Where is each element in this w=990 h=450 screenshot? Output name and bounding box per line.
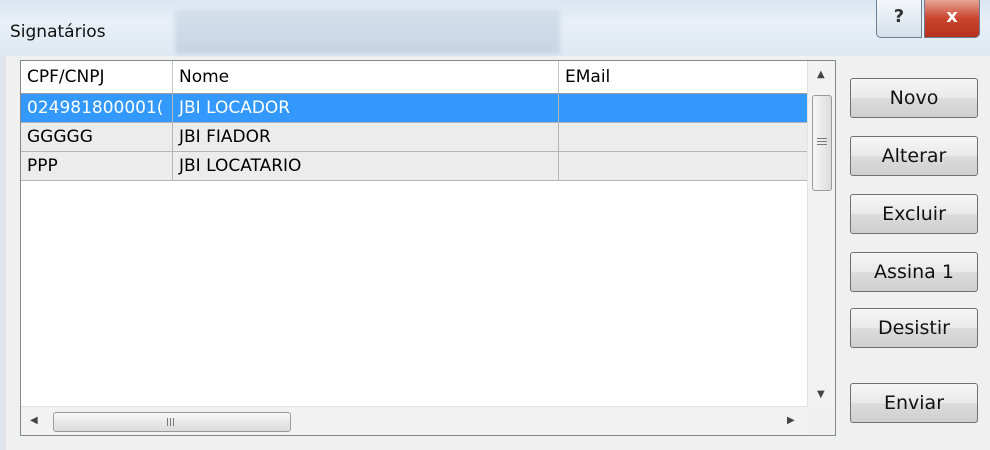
- close-icon: x: [946, 6, 958, 27]
- excluir-button[interactable]: Excluir: [850, 194, 978, 234]
- table-row[interactable]: PPP JBI LOCATARIO: [21, 152, 809, 181]
- grip-line: [817, 138, 827, 139]
- scroll-up-icon[interactable]: ▲: [817, 69, 825, 80]
- cell-email[interactable]: [559, 123, 809, 151]
- help-button[interactable]: ?: [876, 0, 922, 38]
- scrollbar-corner: [808, 407, 835, 435]
- grip-line: [167, 418, 168, 426]
- cell-cpf[interactable]: 024981800001(: [21, 94, 173, 122]
- scroll-left-icon[interactable]: ◀: [30, 415, 38, 426]
- title-bar[interactable]: Signatários ? x: [0, 0, 990, 56]
- scroll-right-icon[interactable]: ▶: [787, 415, 795, 426]
- cell-nome[interactable]: JBI LOCADOR: [173, 94, 559, 122]
- scroll-down-icon[interactable]: ▼: [817, 389, 825, 400]
- table-row[interactable]: GGGGG JBI FIADOR: [21, 123, 809, 152]
- signatarios-dialog: Signatários ? x CPF/CNPJ Nome EMail 0249…: [0, 0, 990, 450]
- grip-line: [170, 418, 171, 426]
- horizontal-scrollbar[interactable]: ◀ ▶: [21, 406, 809, 435]
- cell-email[interactable]: [559, 152, 809, 180]
- assina-button[interactable]: Assina 1: [850, 252, 978, 292]
- desistir-button[interactable]: Desistir: [850, 308, 978, 348]
- cell-nome[interactable]: JBI LOCATARIO: [173, 152, 559, 180]
- column-header-nome[interactable]: Nome: [173, 61, 559, 93]
- enviar-button[interactable]: Enviar: [850, 383, 978, 423]
- grip-line: [173, 418, 174, 426]
- column-header-cpf[interactable]: CPF/CNPJ: [21, 61, 173, 93]
- window-border: [0, 56, 6, 450]
- horizontal-scroll-thumb[interactable]: [53, 412, 291, 432]
- column-header-email[interactable]: EMail: [559, 61, 809, 93]
- grip-line: [817, 141, 827, 142]
- novo-button[interactable]: Novo: [850, 78, 978, 118]
- close-button[interactable]: x: [924, 0, 980, 38]
- cell-cpf[interactable]: PPP: [21, 152, 173, 180]
- help-icon: ?: [893, 6, 905, 27]
- table-row[interactable]: 024981800001( JBI LOCADOR: [21, 94, 809, 123]
- cell-cpf[interactable]: GGGGG: [21, 123, 173, 151]
- background-window-title: [175, 10, 560, 54]
- cell-email[interactable]: [559, 94, 809, 122]
- grip-line: [817, 144, 827, 145]
- grid-header: CPF/CNPJ Nome EMail: [21, 61, 809, 94]
- vertical-scrollbar[interactable]: ▲ ▼: [807, 61, 835, 407]
- signatarios-grid[interactable]: CPF/CNPJ Nome EMail 024981800001( JBI LO…: [20, 60, 836, 436]
- cell-nome[interactable]: JBI FIADOR: [173, 123, 559, 151]
- alterar-button[interactable]: Alterar: [850, 136, 978, 176]
- window-title: Signatários: [10, 22, 106, 42]
- vertical-scroll-thumb[interactable]: [812, 95, 832, 191]
